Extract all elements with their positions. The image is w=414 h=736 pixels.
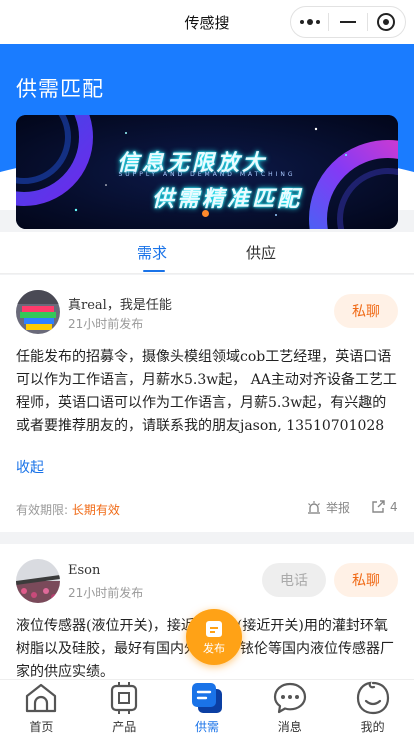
chip-icon [106, 680, 142, 716]
post-card: 真real，我是任能 21小时前发布 私聊 任能发布的招募令，摄像头模组领域co… [0, 275, 414, 532]
mini-program-capsule [290, 6, 406, 38]
report-button[interactable]: 举报 [306, 499, 350, 516]
bottom-tab-bar: 首页 产品 供需 消息 我的 [0, 679, 414, 736]
more-dots-icon [299, 19, 320, 25]
more-button[interactable] [291, 7, 328, 37]
share-icon [372, 500, 385, 513]
category-tabs: 需求 供应 [0, 232, 414, 274]
validity-label: 有效期限: [16, 503, 69, 517]
tabbar-profile[interactable]: 我的 [331, 680, 414, 736]
private-message-button[interactable]: 私聊 [334, 563, 398, 597]
banner-subline: SUPPLY AND DEMAND MATCHING [118, 171, 296, 178]
post-content: 任能发布的招募令，摄像头模组领域cob工艺经理，英语口语可以作为工作语言，月薪水… [16, 349, 397, 434]
tabbar-label: 产品 [112, 720, 137, 734]
validity: 有效期限: 长期有效 [16, 501, 120, 518]
tabbar-label: 供需 [194, 720, 219, 734]
banner-headline-2: 供需精准匹配 [151, 187, 302, 212]
tabbar-home[interactable]: 首页 [0, 680, 83, 736]
tabbar-label: 消息 [277, 720, 302, 734]
page: 传感搜 供需匹配 信息无限放大 SUPPLY AND DEMAND MATCHI… [0, 0, 414, 736]
post-time: 21小时前发布 [68, 317, 144, 331]
active-tab-underline [143, 270, 165, 272]
tabbar-label: 我的 [360, 720, 385, 734]
avatar[interactable] [16, 559, 60, 603]
home-icon [23, 680, 59, 716]
nav-bar: 传感搜 [0, 0, 414, 44]
publish-label: 发布 [203, 641, 225, 655]
avatar-image [16, 559, 60, 603]
close-button[interactable] [368, 7, 405, 37]
page-title: 供需匹配 [16, 77, 104, 101]
user-name: 真real，我是任能 [68, 298, 172, 313]
banner-indicator-dot[interactable] [202, 210, 209, 217]
profile-icon [355, 680, 391, 716]
supply-demand-icon [189, 680, 225, 716]
minimize-icon [339, 21, 356, 23]
report-label: 举报 [326, 501, 351, 515]
message-icon [272, 680, 308, 716]
tab-demand[interactable]: 需求 [137, 242, 167, 263]
private-message-button[interactable]: 私聊 [334, 294, 398, 328]
minimize-button[interactable] [329, 7, 366, 37]
tabbar-supply-demand[interactable]: 供需 [166, 680, 249, 736]
close-ring-icon [377, 13, 396, 31]
share-count: 4 [390, 500, 398, 514]
tab-supply[interactable]: 供应 [246, 242, 276, 263]
tabbar-messages[interactable]: 消息 [248, 680, 331, 736]
publish-button[interactable]: 发布 [186, 609, 242, 665]
edit-icon [206, 620, 222, 637]
tabbar-label: 首页 [29, 720, 54, 734]
user-name: Eson [68, 563, 101, 578]
post-time: 21小时前发布 [68, 586, 144, 600]
validity-value: 长期有效 [71, 503, 120, 517]
phone-button[interactable]: 电话 [262, 563, 326, 597]
nav-title: 传感搜 [184, 13, 230, 32]
banner[interactable]: 信息无限放大 SUPPLY AND DEMAND MATCHING 供需精准匹配 [16, 115, 398, 229]
collapse-link[interactable]: 收起 [16, 457, 44, 477]
tabbar-products[interactable]: 产品 [83, 680, 166, 736]
alarm-icon [308, 500, 320, 514]
avatar[interactable] [16, 290, 60, 334]
share-button[interactable]: 4 [370, 499, 398, 515]
avatar-image [16, 290, 60, 334]
